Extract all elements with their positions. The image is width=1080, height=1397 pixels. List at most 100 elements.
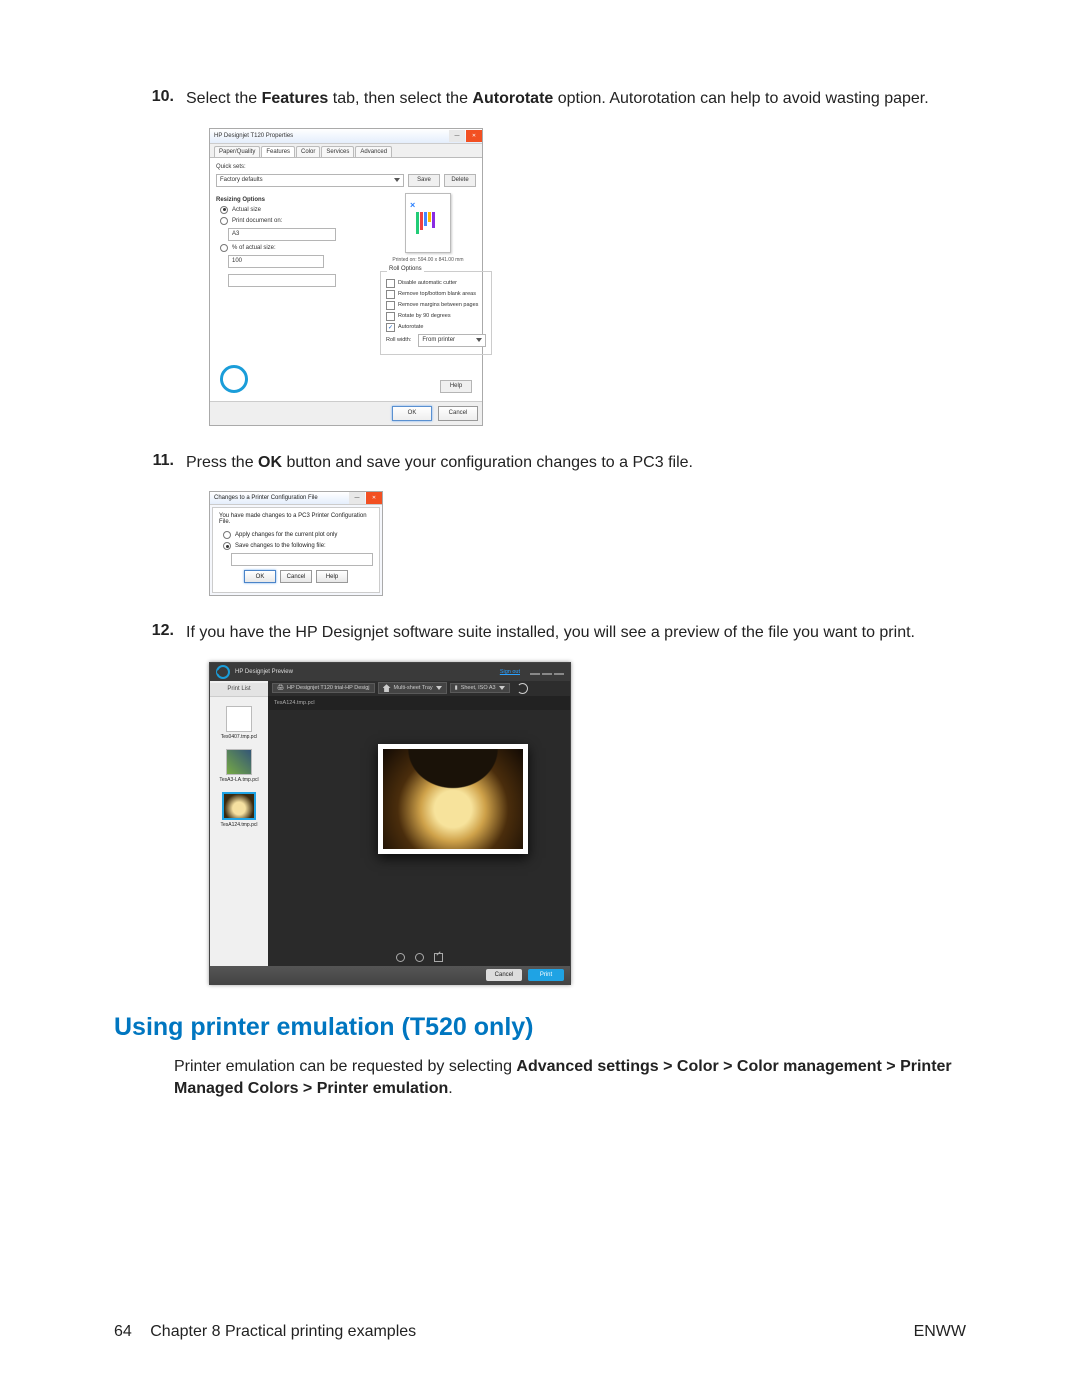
quicksets-select[interactable]: Factory defaults <box>216 174 404 187</box>
radio-icon <box>220 217 228 225</box>
rotate-left-icon[interactable] <box>396 953 405 962</box>
help-button[interactable]: Help <box>316 570 348 583</box>
save-button[interactable]: Save <box>408 174 440 187</box>
emulation-paragraph: Printer emulation can be requested by se… <box>174 1056 966 1101</box>
sign-out-link[interactable]: Sign out <box>500 669 520 675</box>
bold: OK <box>258 454 282 471</box>
checkbox-icon <box>386 312 395 321</box>
thumb-item[interactable]: TesA3-LA.tmp.pcl <box>219 749 258 783</box>
tray-select[interactable]: Multi-sheet Tray <box>378 682 447 694</box>
chk-remove-margins[interactable]: Remove margins between pages <box>386 301 486 310</box>
print-document-on-select[interactable]: A3 <box>228 228 336 241</box>
text: option. Autorotation can help to avoid w… <box>553 90 928 107</box>
device-select[interactable]: 🖨 HP Designjet T120 trial-HP Desigj <box>272 683 375 693</box>
section-heading: Using printer emulation (T520 only) <box>114 1013 966 1042</box>
sheet-select[interactable]: ▮ Sheet, ISO A3 <box>450 683 510 693</box>
file-name-bar: TesA124.tmp.pcl <box>268 697 570 710</box>
close-icon[interactable]: ✕ <box>366 492 382 504</box>
label: Actual size <box>232 207 261 213</box>
print-button[interactable]: Print <box>528 969 564 981</box>
viewer-controls <box>268 950 570 966</box>
chevron-down-icon <box>499 686 505 690</box>
bottom-bar: Cancel Print <box>210 966 570 984</box>
step-number: 10. <box>114 88 186 110</box>
step-text: If you have the HP Designjet software su… <box>186 622 915 644</box>
thumb-label: TesA124.tmp.pcl <box>221 822 258 828</box>
tab-features[interactable]: Features <box>261 146 295 157</box>
radio-save-file[interactable]: Save changes to the following file: <box>223 542 373 550</box>
tab-services[interactable]: Services <box>321 146 354 157</box>
save-config-dialog: Changes to a Printer Configuration File … <box>209 491 383 596</box>
roll-width-row: Roll width:From printer <box>386 334 486 347</box>
tab-strip: Paper/Quality Features Color Services Ad… <box>210 144 482 157</box>
quicksets-label: Quick sets: <box>216 164 476 170</box>
footer-enww: ENWW <box>914 1323 966 1341</box>
radio-apply-current[interactable]: Apply changes for the current plot only <box>223 531 373 539</box>
dialog-message: You have made changes to a PC3 Printer C… <box>219 513 373 525</box>
rotate-right-icon[interactable] <box>415 953 424 962</box>
percent-slider[interactable] <box>228 274 336 287</box>
radio-icon <box>220 206 228 214</box>
step-12: 12. If you have the HP Designjet softwar… <box>114 622 966 644</box>
chk-rotate-90[interactable]: Rotate by 90 degrees <box>386 312 486 321</box>
tab-paper-quality[interactable]: Paper/Quality <box>214 146 260 157</box>
chk-remove-top-bottom[interactable]: Remove top/bottom blank areas <box>386 290 486 299</box>
hp-logo-icon <box>216 665 230 679</box>
checkbox-icon <box>386 279 395 288</box>
thumb-icon <box>222 792 256 820</box>
hp-designjet-preview-window: HP Designjet Preview Sign out Print List… <box>209 662 571 985</box>
percent-input[interactable]: 100 <box>228 255 324 268</box>
tab-color[interactable]: Color <box>296 146 320 157</box>
tab-advanced[interactable]: Advanced <box>355 146 392 157</box>
thumb-item-selected[interactable]: TesA124.tmp.pcl <box>221 792 258 828</box>
label: Print document on: <box>232 218 282 224</box>
radio-percent-actual[interactable]: % of actual size: <box>220 244 372 252</box>
home-icon <box>383 684 391 692</box>
label: % of actual size: <box>232 245 276 251</box>
refresh-icon[interactable] <box>517 683 528 694</box>
text: Select the <box>186 90 262 107</box>
window-titlebar: HP Designjet T120 Properties — ✕ <box>210 129 482 144</box>
properties-dialog: HP Designjet T120 Properties — ✕ Paper/Q… <box>209 128 483 426</box>
thumb-label: TesA3-LA.tmp.pcl <box>219 777 258 783</box>
resizing-options-label: Resizing Options <box>216 197 372 203</box>
step-number: 12. <box>114 622 186 644</box>
ok-button[interactable]: OK <box>244 570 276 583</box>
thumb-icon <box>226 706 252 732</box>
roll-options-group: Roll Options Disable automatic cutter Re… <box>380 271 492 355</box>
bold: Features <box>262 90 329 107</box>
radio-actual-size[interactable]: Actual size <box>220 206 372 214</box>
page-preview: × Printed on: 594.00 x 841.00 mm <box>380 193 476 263</box>
close-icon[interactable]: ✕ <box>466 130 482 142</box>
step-10: 10. Select the Features tab, then select… <box>114 88 966 110</box>
minimize-icon[interactable]: — <box>349 492 365 504</box>
minimize-icon[interactable]: — <box>449 130 465 142</box>
thumb-icon <box>226 749 252 775</box>
delete-button[interactable]: Delete <box>444 174 476 187</box>
figure-properties-dialog: HP Designjet T120 Properties — ✕ Paper/Q… <box>209 128 966 426</box>
preview-canvas <box>268 710 570 950</box>
checkbox-icon <box>386 290 395 299</box>
zoom-icon[interactable] <box>434 953 443 962</box>
window-title: HP Designjet T120 Properties <box>214 133 293 139</box>
thumb-label: Tes0407.tmp.pcl <box>221 734 257 740</box>
window-title: HP Designjet Preview <box>235 669 293 675</box>
ok-button[interactable]: OK <box>392 406 432 421</box>
thumb-item[interactable]: Tes0407.tmp.pcl <box>221 706 257 740</box>
figure-save-dialog: Changes to a Printer Configuration File … <box>209 491 966 596</box>
radio-icon <box>223 531 231 539</box>
hp-logo-icon <box>220 365 248 393</box>
chk-disable-cutter[interactable]: Disable automatic cutter <box>386 279 486 288</box>
help-button[interactable]: Help <box>440 380 472 393</box>
print-list-header: Print List <box>210 683 268 697</box>
cancel-button[interactable]: Cancel <box>438 406 478 421</box>
roll-width-select[interactable]: From printer <box>418 334 486 347</box>
file-path-input[interactable] <box>231 553 373 566</box>
cancel-button[interactable]: Cancel <box>486 969 522 981</box>
window-titlebar: HP Designjet Preview Sign out <box>210 663 570 681</box>
chk-autorotate[interactable]: ✓Autorotate <box>386 323 486 332</box>
window-controls[interactable] <box>530 669 564 675</box>
radio-print-document-on[interactable]: Print document on: <box>220 217 372 225</box>
checkbox-icon: ✓ <box>386 323 395 332</box>
cancel-button[interactable]: Cancel <box>280 570 312 583</box>
